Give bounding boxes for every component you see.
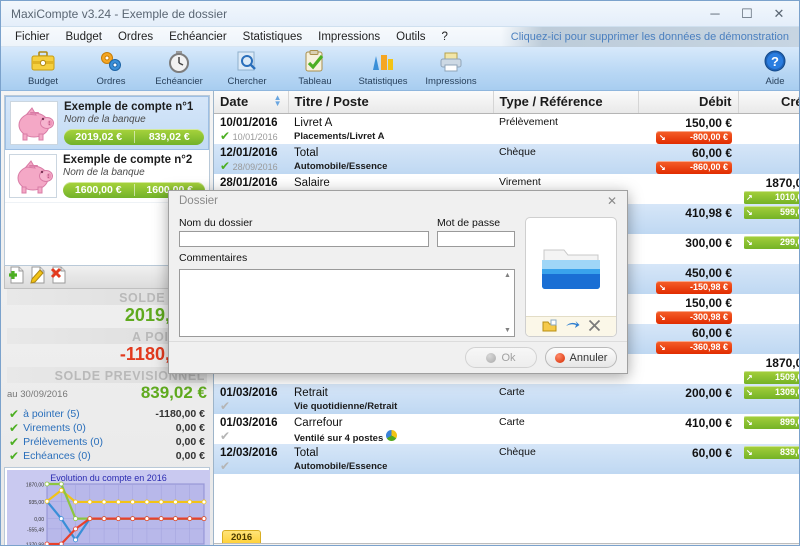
dialog-ok-button[interactable]: Ok	[465, 347, 537, 368]
comments-scroll-up-icon[interactable]: ▲	[504, 272, 511, 279]
comments-scrollbar[interactable]: ▲ ▼	[501, 270, 514, 336]
dialog-body: Nom du dossier Mot de passe Commentaires…	[169, 211, 627, 341]
dossier-comments-wrapper: ▲ ▼	[179, 269, 515, 337]
application-window: MaxiCompte v3.24 - Exemple de dossier ─ …	[0, 0, 800, 546]
dossier-dialog: Dossier ✕ Nom du dossier Mot de passe Co…	[168, 190, 628, 374]
dialog-cancel-label: Annuler	[569, 351, 608, 364]
dialog-form: Nom du dossier Mot de passe Commentaires…	[179, 217, 515, 337]
open-folder-icon[interactable]	[542, 319, 557, 335]
blue-folder-icon	[540, 240, 602, 295]
dossier-password-field-group: Mot de passe	[437, 217, 515, 247]
comments-scroll-down-icon[interactable]: ▼	[504, 327, 511, 334]
dialog-footer: Ok Annuler	[169, 341, 627, 373]
dialog-overlay: Dossier ✕ Nom du dossier Mot de passe Co…	[1, 1, 799, 545]
dossier-name-input[interactable]	[179, 231, 429, 247]
dossier-name-field-group: Nom du dossier	[179, 217, 429, 247]
folder-preview	[526, 218, 616, 316]
dossier-name-label: Nom du dossier	[179, 217, 253, 229]
dialog-ok-label: Ok	[501, 351, 516, 364]
dossier-password-label: Mot de passe	[437, 217, 501, 229]
cancel-dot-icon	[554, 352, 565, 363]
dossier-password-input[interactable]	[437, 231, 515, 247]
ok-dot-icon	[486, 352, 497, 363]
dossier-folder-panel	[525, 217, 617, 337]
remove-x-icon[interactable]	[588, 319, 601, 335]
dossier-comments-label: Commentaires	[179, 252, 248, 264]
dossier-comments-textarea[interactable]	[179, 269, 515, 337]
dialog-title-bar: Dossier ✕	[169, 191, 627, 211]
arrow-right-icon[interactable]	[565, 319, 580, 335]
dialog-close-icon[interactable]: ✕	[601, 192, 623, 210]
dialog-cancel-button[interactable]: Annuler	[545, 347, 617, 368]
dialog-title: Dossier	[179, 195, 218, 207]
dialog-name-row: Nom du dossier Mot de passe	[179, 217, 515, 247]
folder-tools	[526, 316, 616, 336]
